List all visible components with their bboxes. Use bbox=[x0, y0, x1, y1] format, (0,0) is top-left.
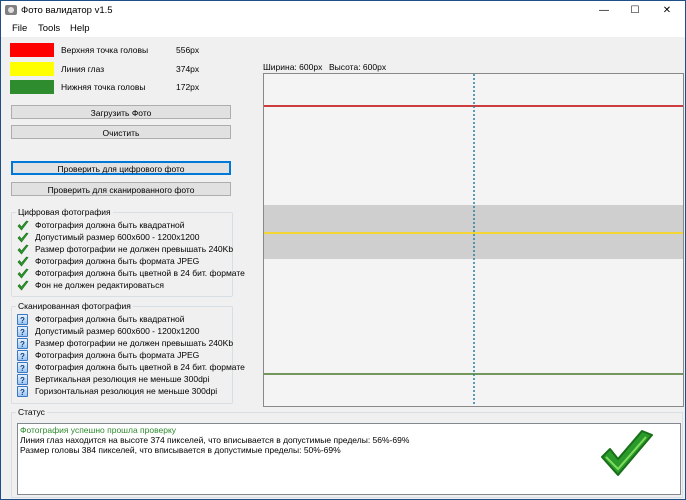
legend-swatch-yellow bbox=[10, 62, 54, 76]
question-icon: ? bbox=[17, 374, 28, 385]
requirement-text: Допустимый размер 600x600 - 1200x1200 bbox=[35, 232, 200, 242]
legend-label: Линия глаз bbox=[61, 64, 105, 74]
question-icon: ? bbox=[17, 362, 28, 373]
status-group: Статус Фотография успешно прошла проверк… bbox=[11, 407, 683, 498]
legend-label: Нижняя точка головы bbox=[61, 82, 146, 92]
legend-value: 374px bbox=[176, 64, 200, 74]
requirement-text: Фон не должен редактироваться bbox=[35, 280, 164, 290]
minimize-button[interactable]: — bbox=[589, 1, 619, 21]
requirement-text: Допустимый размер 600x600 - 1200x1200 bbox=[35, 326, 200, 336]
app-window: Фото валидатор v1.5 — ☐ ✕ File Tools Hel… bbox=[0, 0, 686, 500]
status-line: Размер головы 384 пикселей, что вписывае… bbox=[20, 445, 341, 455]
height-label: Высота: 600px bbox=[329, 62, 387, 72]
menu-file[interactable]: File bbox=[12, 23, 27, 34]
preview-canvas bbox=[264, 74, 683, 406]
group-title: Сканированная фотография bbox=[16, 301, 133, 311]
menu-bar: File Tools Help bbox=[1, 21, 685, 37]
check-icon bbox=[17, 232, 29, 243]
requirement-text: Фотография должна быть квадратной bbox=[35, 220, 185, 230]
legend-value: 556px bbox=[176, 45, 200, 55]
question-icon: ? bbox=[17, 314, 28, 325]
photo-preview[interactable] bbox=[263, 73, 684, 407]
status-output[interactable]: Фотография успешно прошла проверку Линия… bbox=[17, 423, 681, 495]
status-line: Линия глаз находится на высоте 374 пиксе… bbox=[20, 435, 410, 445]
question-icon: ? bbox=[17, 386, 28, 397]
requirement-text: Фотография должна быть формата JPEG bbox=[35, 350, 200, 360]
close-button[interactable]: ✕ bbox=[652, 1, 682, 21]
check-scanned-button[interactable]: Проверить для сканированного фото bbox=[11, 182, 231, 196]
check-icon bbox=[17, 268, 29, 279]
requirement-text: Размер фотографии не должен превышать 24… bbox=[35, 244, 234, 254]
title-bar[interactable]: Фото валидатор v1.5 — ☐ ✕ bbox=[1, 1, 685, 21]
legend-label: Верхняя точка головы bbox=[61, 45, 149, 55]
requirement-text: Вертикальная резолюция не меньше 300dpi bbox=[35, 374, 210, 384]
requirement-text: Размер фотографии не должен превышать 24… bbox=[35, 338, 234, 348]
clear-button[interactable]: Очистить bbox=[11, 125, 231, 139]
status-title: Статус bbox=[16, 407, 47, 417]
requirement-text: Горизонтальная резолюция не меньше 300dp… bbox=[35, 386, 218, 396]
check-digital-button[interactable]: Проверить для цифрового фото bbox=[11, 161, 231, 175]
requirement-text: Фотография должна быть цветной в 24 бит.… bbox=[35, 362, 245, 372]
check-icon bbox=[17, 244, 29, 255]
requirement-text: Фотография должна быть формата JPEG bbox=[35, 256, 200, 266]
maximize-button[interactable]: ☐ bbox=[620, 1, 650, 21]
width-label: Ширина: 600px bbox=[263, 62, 323, 72]
menu-help[interactable]: Help bbox=[70, 23, 90, 34]
load-photo-button[interactable]: Загрузить Фото bbox=[11, 105, 231, 119]
success-check-icon bbox=[598, 429, 656, 481]
menu-tools[interactable]: Tools bbox=[38, 23, 60, 34]
digital-photo-group: Цифровая фотография Фотография должна бы… bbox=[11, 207, 245, 297]
status-line: Фотография успешно прошла проверку bbox=[20, 425, 177, 435]
question-icon: ? bbox=[17, 326, 28, 337]
legend-swatch-green bbox=[10, 80, 54, 94]
question-icon: ? bbox=[17, 338, 28, 349]
window-title: Фото валидатор v1.5 bbox=[21, 5, 113, 16]
requirement-text: Фотография должна быть цветной в 24 бит.… bbox=[35, 268, 245, 278]
scanned-photo-group: Сканированная фотография ? Фотография дол… bbox=[11, 301, 245, 404]
camera-icon bbox=[5, 5, 17, 15]
check-icon bbox=[17, 280, 29, 291]
check-icon bbox=[17, 220, 29, 231]
requirement-text: Фотография должна быть квадратной bbox=[35, 314, 185, 324]
legend-swatch-red bbox=[10, 43, 54, 57]
check-icon bbox=[17, 256, 29, 267]
legend-value: 172px bbox=[176, 82, 200, 92]
group-title: Цифровая фотография bbox=[16, 207, 113, 217]
question-icon: ? bbox=[17, 350, 28, 361]
